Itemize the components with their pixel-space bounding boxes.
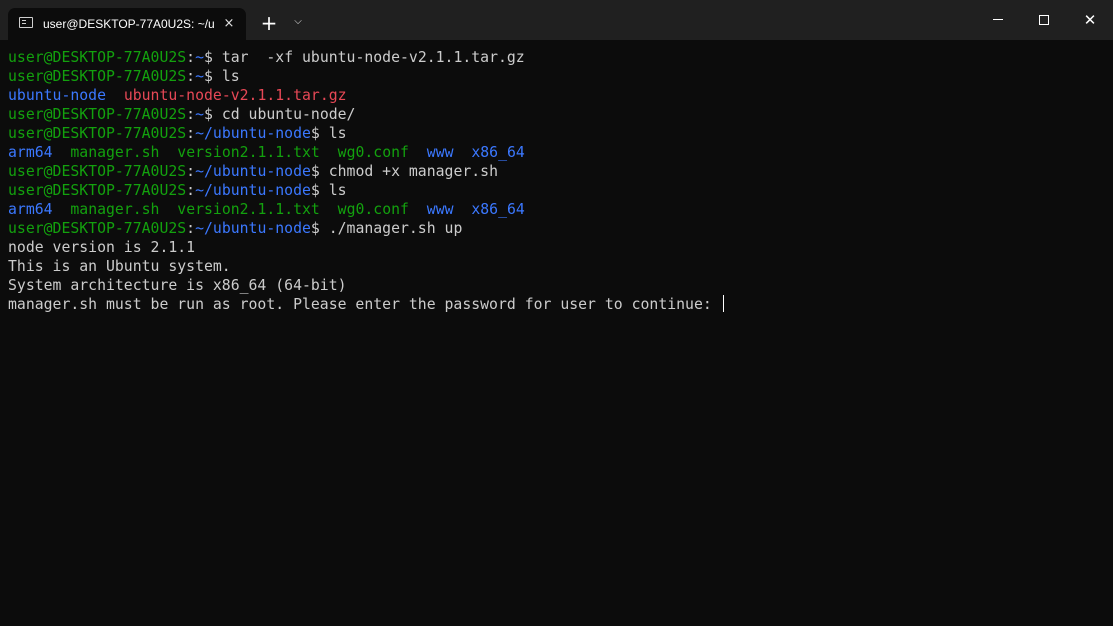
terminal-line: user@DESKTOP-77A0U2S:~$ ls bbox=[8, 67, 1105, 86]
terminal-text: user@DESKTOP-77A0U2S bbox=[8, 163, 187, 180]
terminal-text: ~ bbox=[195, 49, 205, 66]
title-bar: user@DESKTOP-77A0U2S: ~/u × + ⌵ ✕ bbox=[0, 0, 1113, 40]
terminal-text: $ ./manager.sh up bbox=[310, 220, 463, 237]
minimize-button[interactable] bbox=[975, 0, 1021, 40]
terminal-line: System architecture is x86_64 (64-bit) bbox=[8, 276, 1105, 295]
terminal-line: user@DESKTOP-77A0U2S:~$ tar -xf ubuntu-n… bbox=[8, 48, 1105, 67]
terminal-line: arm64 manager.sh version2.1.1.txt wg0.co… bbox=[8, 143, 1105, 162]
terminal-text: System architecture is x86_64 (64-bit) bbox=[8, 277, 347, 294]
terminal-text: manager.sh bbox=[70, 144, 160, 161]
terminal-text: www bbox=[426, 201, 454, 218]
terminal-text: ~ bbox=[195, 106, 205, 123]
terminal-line: user@DESKTOP-77A0U2S:~/ubuntu-node$ ls bbox=[8, 124, 1105, 143]
terminal-text: x86_64 bbox=[471, 144, 525, 161]
terminal-text: user@DESKTOP-77A0U2S bbox=[8, 68, 187, 85]
terminal-text: : bbox=[186, 182, 196, 199]
terminal-text: : bbox=[186, 163, 196, 180]
terminal-text: ~/ubuntu-node bbox=[195, 125, 311, 142]
maximize-icon bbox=[1039, 15, 1049, 25]
terminal-line: user@DESKTOP-77A0U2S:~/ubuntu-node$ chmo… bbox=[8, 162, 1105, 181]
tab-title: user@DESKTOP-77A0U2S: ~/u bbox=[43, 17, 215, 31]
terminal-text: version2.1.1.txt bbox=[177, 144, 320, 161]
terminal-text: ~/ubuntu-node bbox=[195, 182, 311, 199]
tab-terminal[interactable]: user@DESKTOP-77A0U2S: ~/u × bbox=[8, 8, 246, 40]
terminal-line: user@DESKTOP-77A0U2S:~/ubuntu-node$ ls bbox=[8, 181, 1105, 200]
terminal-text: wg0.conf bbox=[337, 144, 409, 161]
chevron-down-icon[interactable]: ⌵ bbox=[290, 14, 306, 30]
terminal-text: This is an Ubuntu system. bbox=[8, 258, 231, 275]
terminal-text: : bbox=[186, 49, 196, 66]
terminal-text: node version is 2.1.1 bbox=[8, 239, 196, 256]
terminal-line: user@DESKTOP-77A0U2S:~$ cd ubuntu-node/ bbox=[8, 105, 1105, 124]
terminal-line: user@DESKTOP-77A0U2S:~/ubuntu-node$ ./ma… bbox=[8, 219, 1105, 238]
text-cursor bbox=[722, 295, 725, 312]
terminal-text: user@DESKTOP-77A0U2S bbox=[8, 125, 187, 142]
terminal-icon bbox=[19, 17, 33, 28]
terminal-text: $ chmod +x manager.sh bbox=[310, 163, 498, 180]
terminal-text: ~/ubuntu-node bbox=[195, 163, 311, 180]
close-button[interactable]: ✕ bbox=[1067, 0, 1113, 40]
terminal-line: This is an Ubuntu system. bbox=[8, 257, 1105, 276]
terminal-line: ubuntu-node ubuntu-node-v2.1.1.tar.gz bbox=[8, 86, 1105, 105]
terminal-text: user@DESKTOP-77A0U2S bbox=[8, 49, 187, 66]
terminal-text: $ cd ubuntu-node/ bbox=[204, 106, 356, 123]
terminal-text: manager.sh must be run as root. Please e… bbox=[8, 296, 721, 313]
terminal-text: $ ls bbox=[204, 68, 240, 85]
terminal-text: ~/ubuntu-node bbox=[195, 220, 311, 237]
terminal-text: $ ls bbox=[310, 182, 347, 199]
terminal-window: user@DESKTOP-77A0U2S: ~/u × + ⌵ ✕ user@D… bbox=[0, 0, 1113, 626]
terminal-text: www bbox=[426, 144, 454, 161]
terminal-text: user@DESKTOP-77A0U2S bbox=[8, 106, 187, 123]
terminal-line: manager.sh must be run as root. Please e… bbox=[8, 295, 1105, 314]
terminal-text: : bbox=[186, 68, 196, 85]
new-tab-icon[interactable]: + bbox=[258, 12, 280, 34]
terminal-text: wg0.conf bbox=[337, 201, 409, 218]
terminal-text: ubuntu-node bbox=[8, 87, 106, 104]
close-icon: ✕ bbox=[1083, 11, 1097, 29]
terminal-text: ~ bbox=[195, 68, 205, 85]
terminal-line: node version is 2.1.1 bbox=[8, 238, 1105, 257]
terminal-text: ubuntu-node-v2.1.1.tar.gz bbox=[123, 87, 347, 104]
terminal-text: : bbox=[186, 125, 196, 142]
terminal-text: version2.1.1.txt bbox=[177, 201, 320, 218]
terminal-text: arm64 bbox=[8, 201, 53, 218]
terminal-text: manager.sh bbox=[70, 201, 160, 218]
terminal-line: arm64 manager.sh version2.1.1.txt wg0.co… bbox=[8, 200, 1105, 219]
terminal-output[interactable]: user@DESKTOP-77A0U2S:~$ tar -xf ubuntu-n… bbox=[8, 48, 1105, 618]
terminal-text: : bbox=[186, 220, 196, 237]
terminal-text: $ ls bbox=[310, 125, 347, 142]
terminal-text: x86_64 bbox=[471, 201, 525, 218]
terminal-text: user@DESKTOP-77A0U2S bbox=[8, 220, 187, 237]
terminal-text: : bbox=[186, 106, 196, 123]
terminal-text: arm64 bbox=[8, 144, 53, 161]
terminal-text: $ tar -xf ubuntu-node-v2.1.1.tar.gz bbox=[204, 49, 525, 66]
tab-close-icon[interactable]: × bbox=[220, 15, 238, 33]
terminal-text: user@DESKTOP-77A0U2S bbox=[8, 182, 187, 199]
maximize-button[interactable] bbox=[1021, 0, 1067, 40]
minimize-icon bbox=[993, 19, 1003, 20]
